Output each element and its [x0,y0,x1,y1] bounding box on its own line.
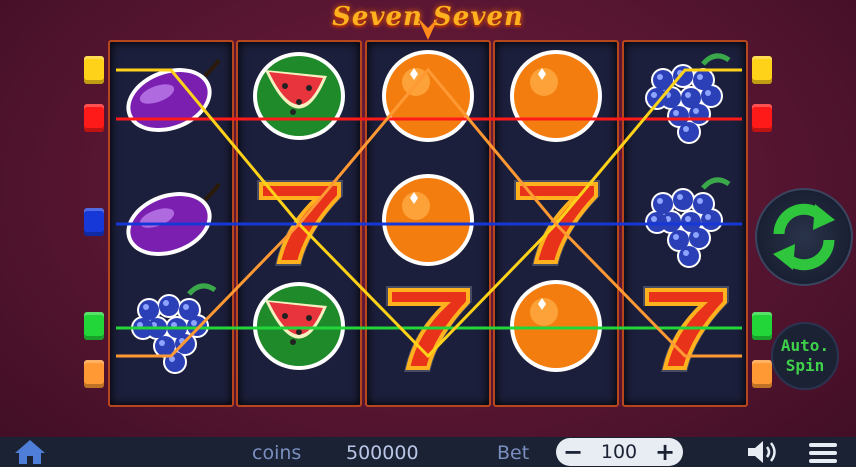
home-icon[interactable] [14,439,46,465]
bet-decrease-button[interactable]: − [562,438,584,466]
sound-icon[interactable] [746,439,780,465]
payline-marker-left-4 [84,312,104,340]
orange-symbol [376,170,480,274]
payline-marker-right-1 [752,56,772,84]
bet-stepper: − 100 + [556,438,683,466]
bottom-bar: coins 500000 Bet − 100 + [0,437,856,467]
plum-symbol [119,170,223,274]
payline-marker-right-4 [752,312,772,340]
bet-value: 100 [600,441,638,463]
grapes-symbol [119,276,223,380]
payline-marker-left-3 [84,208,104,236]
coins-label: coins [252,442,302,464]
refresh-icon [773,203,835,271]
payline-marker-right-5 [752,360,772,388]
auto-spin-label: Auto. Spin [780,336,830,375]
seven-symbol [504,170,608,274]
grapes-symbol [633,46,737,150]
reel-grid [108,40,749,407]
payline-marker-left-5 [84,360,104,388]
auto-spin-button[interactable]: Auto. Spin [771,322,839,390]
spin-button[interactable] [755,188,853,286]
orange-symbol [376,46,480,150]
menu-icon[interactable] [808,441,838,465]
bet-increase-button[interactable]: + [654,438,676,466]
payline-marker-right-2 [752,104,772,132]
watermelon-symbol [247,276,351,380]
seven-symbol [633,276,737,380]
seven-symbol [376,276,480,380]
coins-value: 500000 [346,442,419,464]
logo-burst-icon [418,18,438,40]
payline-marker-left-1 [84,56,104,84]
game-logo: Seven Seven [330,0,526,40]
bet-label: Bet [497,442,530,464]
grapes-symbol [633,170,737,274]
plum-symbol [119,46,223,150]
watermelon-symbol [247,46,351,150]
orange-symbol [504,46,608,150]
orange-symbol [504,276,608,380]
seven-symbol [247,170,351,274]
payline-marker-left-2 [84,104,104,132]
